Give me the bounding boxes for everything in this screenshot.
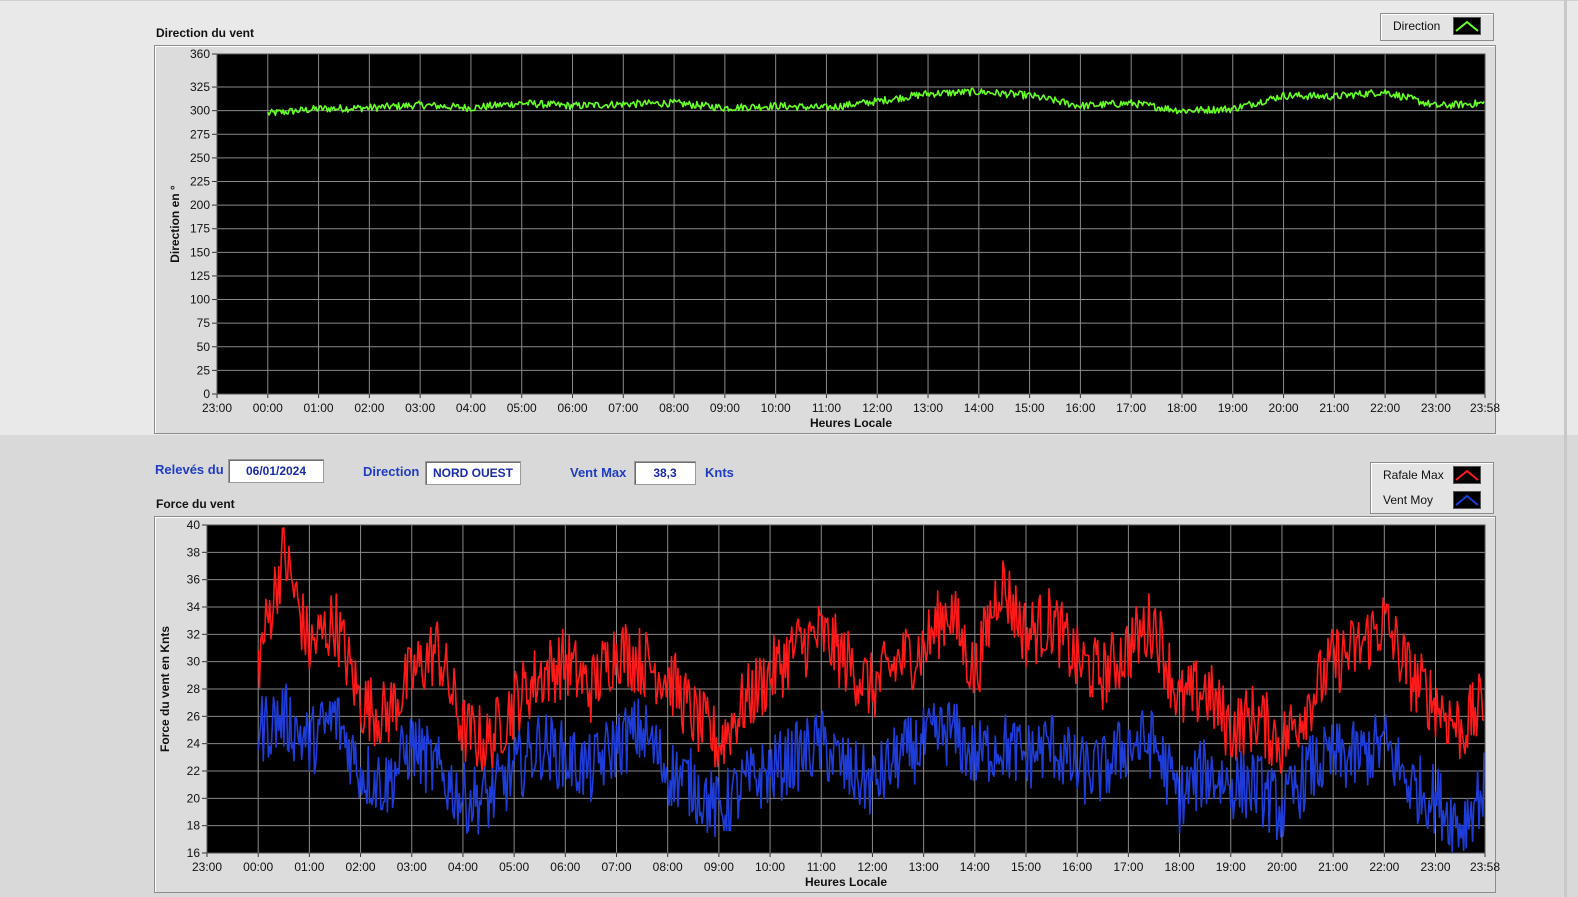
legend-swatch-direction-icon bbox=[1453, 17, 1481, 35]
direction-chart-frame bbox=[154, 45, 1496, 434]
direction-legend[interactable]: Direction bbox=[1380, 13, 1494, 41]
legend-swatch-vent-icon bbox=[1453, 491, 1481, 509]
direction-chart-title: Direction du vent bbox=[156, 26, 255, 40]
force-chart-title: Force du vent bbox=[156, 497, 235, 511]
legend-swatch-rafale-icon bbox=[1453, 466, 1481, 484]
unit-label: Knts bbox=[705, 465, 734, 480]
force-legend[interactable]: Rafale Max Vent Moy bbox=[1370, 462, 1494, 514]
date-field[interactable]: 06/01/2024 bbox=[228, 459, 324, 483]
legend-label-vent-moy: Vent Moy bbox=[1383, 493, 1434, 507]
legend-item-vent-moy[interactable]: Vent Moy bbox=[1371, 488, 1493, 512]
force-chart-frame bbox=[154, 516, 1496, 893]
direction-label: Direction bbox=[363, 464, 420, 479]
ventmax-field[interactable]: 38,3 bbox=[634, 461, 696, 485]
window-edge bbox=[1564, 0, 1567, 897]
legend-item-direction[interactable]: Direction bbox=[1381, 14, 1493, 38]
ventmax-label: Vent Max bbox=[570, 465, 627, 480]
releves-label: Relevés du bbox=[155, 462, 224, 477]
legend-item-rafale-max[interactable]: Rafale Max bbox=[1371, 463, 1493, 487]
legend-label-rafale-max: Rafale Max bbox=[1383, 468, 1444, 482]
legend-label-direction: Direction bbox=[1393, 19, 1441, 33]
direction-field[interactable]: NORD OUEST bbox=[425, 461, 521, 485]
